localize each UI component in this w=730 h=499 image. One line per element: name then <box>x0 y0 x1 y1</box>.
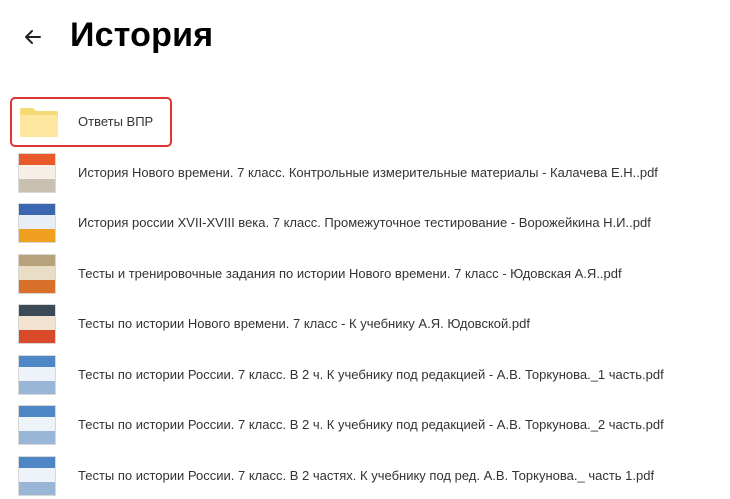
folder-item[interactable]: Ответы ВПР <box>0 97 730 148</box>
file-name: Тесты по истории России. 7 класс. В 2 ч.… <box>78 417 664 432</box>
file-item[interactable]: История россии XVII-XVIII века. 7 класс.… <box>0 198 730 249</box>
file-name: Тесты и тренировочные задания по истории… <box>78 265 622 281</box>
book-cover-icon <box>18 203 56 243</box>
file-item[interactable]: Тесты по истории России. 7 класс. В 2 ч.… <box>0 400 730 451</box>
file-name: Ответы ВПР <box>78 114 154 129</box>
page-title: История <box>70 16 214 54</box>
file-name: История россии XVII-XVIII века. 7 класс.… <box>78 215 651 230</box>
folder-icon <box>20 108 58 137</box>
book-cover-icon <box>18 304 56 344</box>
file-list: Ответы ВПР История Нового времени. 7 кла… <box>0 97 730 499</box>
book-cover-icon <box>18 455 56 496</box>
book-cover-icon <box>18 152 56 193</box>
file-item[interactable]: История Нового времени. 7 класс. Контрол… <box>0 148 730 199</box>
file-item[interactable]: Тесты по истории России. 7 класс. В 2 ч.… <box>0 350 730 401</box>
header: История <box>0 0 730 80</box>
file-item[interactable]: Тесты по истории Нового времени. 7 класс… <box>0 299 730 350</box>
book-cover-icon <box>18 354 56 395</box>
file-name: Тесты по истории России. 7 класс. В 2 ча… <box>78 467 655 483</box>
book-cover-icon <box>18 253 56 294</box>
file-name: Тесты по истории Нового времени. 7 класс… <box>78 316 530 331</box>
book-cover-icon <box>18 405 56 445</box>
file-item[interactable]: Тесты по истории России. 7 класс. В 2 ча… <box>0 451 730 499</box>
back-arrow-icon[interactable] <box>18 22 48 52</box>
file-item[interactable]: Тесты и тренировочные задания по истории… <box>0 249 730 300</box>
file-name: История Нового времени. 7 класс. Контрол… <box>78 164 658 180</box>
file-name: Тесты по истории России. 7 класс. В 2 ч.… <box>78 366 664 382</box>
